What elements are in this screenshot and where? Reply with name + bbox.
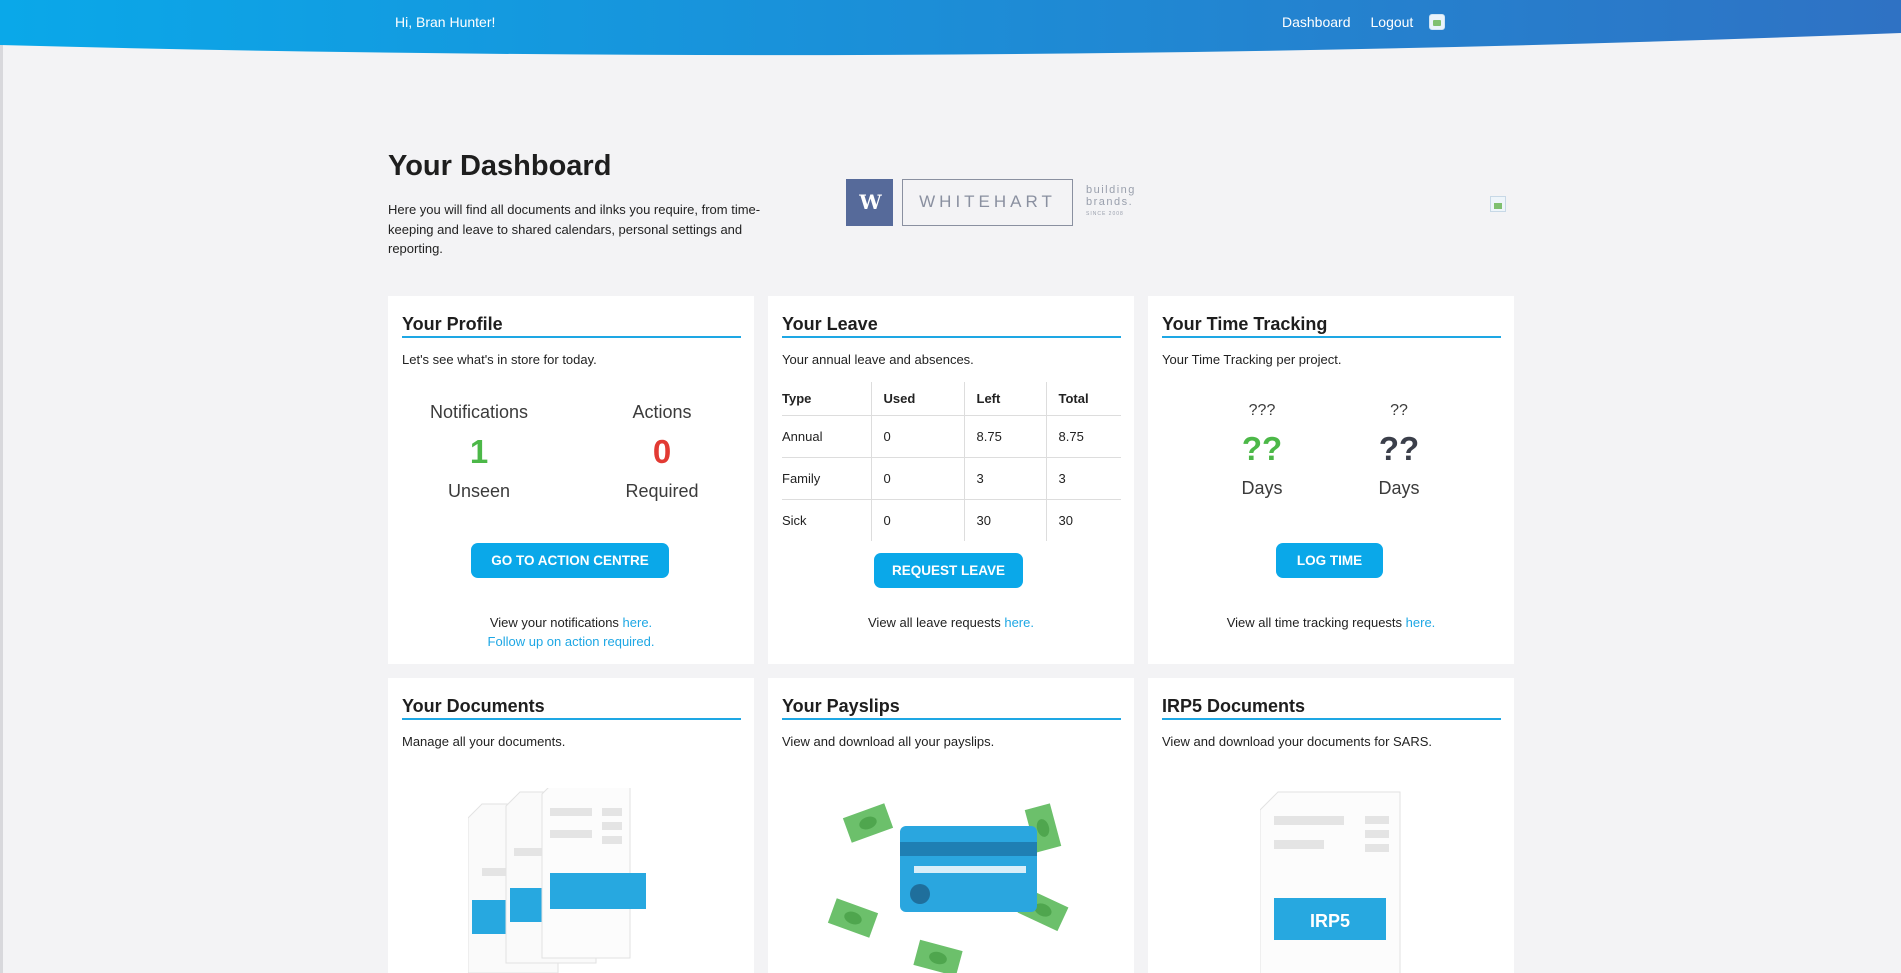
payslips-card-title: Your Payslips [782, 696, 900, 716]
notifications-count: 1 [469, 433, 489, 470]
logo-tagline-small: SINCE 2008 [1086, 211, 1124, 217]
table-row: Family 0 3 3 [782, 456, 1121, 499]
table-cell: 3 [1045, 456, 1121, 499]
time-stat-left-label: ??? [1248, 402, 1276, 419]
table-cell: 3 [963, 456, 1046, 499]
broken-image-icon [1490, 196, 1506, 212]
table-cell: Sick [782, 498, 871, 541]
logo-mark: W [846, 178, 893, 226]
time-tracking-card-subtitle: Your Time Tracking per project. [1162, 352, 1342, 367]
actions-label: Actions [632, 402, 692, 422]
log-time-button[interactable]: LOG TIME [1276, 543, 1383, 578]
leave-links: View all leave requests here. [768, 613, 1134, 632]
table-cell: 0 [870, 456, 964, 499]
table-cell: 30 [963, 498, 1046, 541]
leave-card-subtitle: Your annual leave and absences. [782, 352, 974, 367]
notifications-stat: Notifications 1 Unseen [404, 402, 554, 502]
company-logo: W WHITEHART building brands. SINCE 2008 [846, 178, 1136, 226]
time-tracking-links: View all time tracking requests here. [1148, 613, 1514, 632]
time-stat-right-value: ?? [1378, 430, 1420, 467]
page-edge [0, 0, 3, 973]
documents-card-subtitle: Manage all your documents. [402, 734, 566, 749]
profile-card-subtitle: Let's see what's in store for today. [402, 352, 597, 367]
logo-wordmark: WHITEHART [902, 178, 1073, 226]
nav-dashboard-link[interactable]: Dashboard [1282, 14, 1351, 30]
table-cell: 30 [1045, 498, 1121, 541]
column-header-left: Left [963, 382, 1046, 415]
top-nav: Dashboard Logout [1282, 14, 1446, 30]
profile-links: View your notifications here. Follow up … [388, 613, 754, 651]
go-to-action-centre-button[interactable]: GO TO ACTION CENTRE [471, 543, 669, 578]
header-wave-background [0, 0, 1901, 56]
table-header-row: Type Used Left Total [782, 382, 1121, 415]
logo-tagline-line2: brands. [1086, 196, 1134, 208]
notifications-label: Notifications [429, 402, 529, 422]
leave-requests-here-link[interactable]: here. [1004, 615, 1034, 630]
time-tracking-card-title: Your Time Tracking [1162, 314, 1328, 334]
documents-stack-icon [468, 788, 646, 973]
payslips-card[interactable]: Your Payslips View and download all your… [768, 678, 1134, 973]
follow-up-action-link[interactable]: Follow up on action required. [488, 634, 655, 649]
actions-foot: Required [625, 481, 699, 501]
user-avatar-icon[interactable] [1429, 14, 1446, 30]
time-stat-right-label: ?? [1390, 402, 1408, 419]
table-cell: Annual [782, 414, 871, 457]
table-cell: Family [782, 456, 871, 499]
table-row: Annual 0 8.75 8.75 [782, 414, 1121, 457]
time-stat-right-foot: Days [1378, 478, 1420, 498]
page-title: Your Dashboard [388, 150, 612, 182]
column-header-total: Total [1045, 382, 1121, 415]
time-tracking-card: Your Time Tracking Your Time Tracking pe… [1148, 296, 1514, 664]
notifications-foot: Unseen [447, 481, 511, 501]
time-stat-left-foot: Days [1241, 478, 1283, 498]
irp5-card[interactable]: IRP5 Documents View and download your do… [1148, 678, 1514, 973]
payslip-card-money-icon [827, 803, 1069, 973]
time-link-text: View all time tracking requests [1226, 615, 1406, 630]
logo-tagline-line1: building [1086, 184, 1136, 196]
payslips-card-subtitle: View and download all your payslips. [782, 734, 995, 749]
documents-card[interactable]: Your Documents Manage all your documents… [388, 678, 754, 973]
top-bar: Hi, Bran Hunter! Dashboard Logout [0, 0, 1901, 60]
time-stat-left: ??? ?? Days [1187, 402, 1337, 499]
title-underline [402, 718, 741, 720]
title-underline [782, 718, 1121, 720]
title-underline [1162, 718, 1501, 720]
table-cell: 0 [870, 414, 964, 457]
irp5-card-title: IRP5 Documents [1162, 696, 1306, 716]
title-underline [1162, 336, 1501, 338]
irp5-document-icon [1260, 791, 1401, 973]
actions-stat: Actions 0 Required [587, 402, 737, 502]
table-cell: 8.75 [963, 414, 1046, 457]
nav-logout-link[interactable]: Logout [1371, 14, 1414, 30]
notifications-here-link[interactable]: here. [623, 615, 653, 630]
actions-count: 0 [652, 433, 672, 470]
profile-card: Your Profile Let's see what's in store f… [388, 296, 754, 664]
table-cell: 8.75 [1045, 414, 1121, 457]
time-stat-left-value: ?? [1241, 430, 1283, 467]
leave-card: Your Leave Your annual leave and absence… [768, 296, 1134, 664]
table-row: Sick 0 30 30 [782, 498, 1121, 541]
notifications-link-text: View your notifications [489, 615, 623, 630]
time-requests-here-link[interactable]: here. [1406, 615, 1436, 630]
time-stat-right: ?? ?? Days [1324, 402, 1474, 499]
leave-link-text: View all leave requests [868, 615, 1005, 630]
page-description: Here you will find all documents and iln… [388, 202, 761, 256]
irp5-document-label: IRP5 [1309, 910, 1351, 931]
logo-tagline: building brands. SINCE 2008 [1086, 184, 1136, 220]
leave-table: Type Used Left Total Annual 0 8.75 8.75 … [782, 382, 1121, 541]
request-leave-button[interactable]: REQUEST LEAVE [874, 553, 1023, 588]
documents-card-title: Your Documents [402, 696, 545, 716]
profile-card-title: Your Profile [402, 314, 503, 334]
irp5-card-subtitle: View and download your documents for SAR… [1162, 734, 1433, 749]
title-underline [402, 336, 741, 338]
title-underline [782, 336, 1121, 338]
greeting-text: Hi, Bran Hunter! [395, 14, 496, 30]
leave-card-title: Your Leave [782, 314, 878, 334]
column-header-used: Used [870, 382, 964, 415]
column-header-type: Type [782, 390, 812, 406]
table-cell: 0 [870, 498, 964, 541]
